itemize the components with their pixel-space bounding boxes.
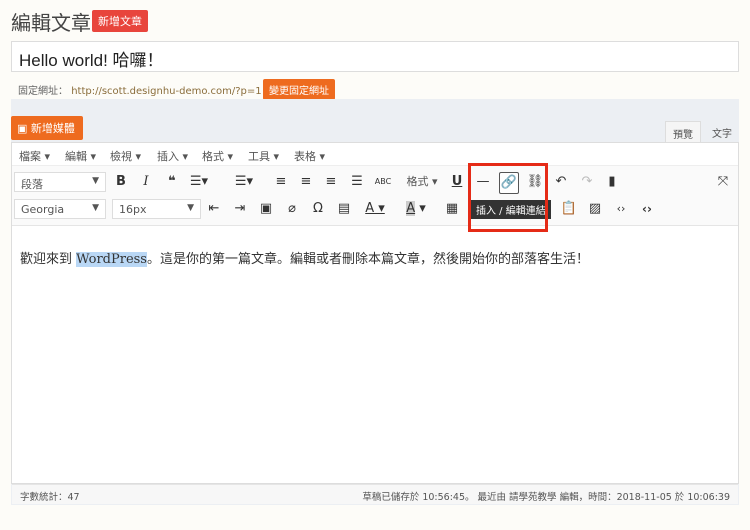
permalink: 固定網址： http://scott.designhu-demo.com/?p=…: [18, 82, 262, 97]
bullet-list-icon[interactable]: ☰▾: [189, 172, 209, 192]
image-icon[interactable]: ▨: [585, 199, 605, 219]
font-family-select[interactable]: Georgia ▼: [14, 199, 106, 219]
read-more-icon[interactable]: ▤: [334, 199, 354, 219]
chevron-down-icon: ▼: [187, 203, 194, 213]
page-title: 編輯文章: [11, 11, 91, 35]
menu-insert[interactable]: 插入 ▾: [157, 148, 188, 164]
redo-icon[interactable]: ↷: [577, 172, 597, 192]
content-text: 歡迎來到: [20, 252, 77, 267]
formats-dropdown[interactable]: 格式 ▾: [402, 172, 442, 192]
omega-icon[interactable]: Ω: [308, 199, 328, 219]
block-format-value: 段落: [21, 178, 43, 191]
code-icon[interactable]: ‹›: [611, 199, 631, 219]
tab-text[interactable]: 文字: [705, 121, 739, 144]
add-media-button[interactable]: ▣ 新增媒體: [11, 116, 83, 140]
new-post-button[interactable]: 新增文章: [92, 10, 148, 32]
undo-icon[interactable]: ↶: [551, 172, 571, 192]
code-block-icon[interactable]: ‹›: [637, 199, 657, 219]
selected-text: WordPress: [76, 252, 147, 267]
toolbar: 段落 ▼ B I ❝ ☰▾ ☰▾ ≡ ≡ ≡ ☰ ABC 格式 ▾ U — 🔗 ⛓…: [12, 166, 738, 226]
permalink-url[interactable]: http://scott.designhu-demo.com/?p=1: [71, 86, 261, 97]
status-bar: 字數統計：47 草稿已儲存於 10:56:45。 最近由 請學苑教學 編輯，時間…: [12, 484, 738, 504]
outdent-icon[interactable]: ⇤: [204, 199, 224, 219]
font-family-value: Georgia: [21, 203, 65, 216]
book-icon[interactable]: ▮: [602, 172, 622, 192]
chevron-down-icon: ▼: [92, 176, 99, 186]
menu-view[interactable]: 檢視 ▾: [110, 148, 141, 164]
strikethrough-icon[interactable]: ABC: [373, 172, 393, 192]
menu-edit[interactable]: 編輯 ▾: [65, 148, 96, 164]
text-color-icon[interactable]: A ▾: [359, 199, 391, 219]
block-format-select[interactable]: 段落 ▼: [14, 172, 106, 192]
menu-format[interactable]: 格式 ▾: [202, 148, 233, 164]
table-icon[interactable]: ▦: [442, 199, 462, 219]
font-size-value: 16px: [119, 203, 147, 216]
menu-bar: 檔案 ▾ 編輯 ▾ 檢視 ▾ 插入 ▾ 格式 ▾ 工具 ▾ 表格 ▾: [12, 143, 738, 166]
editor-content[interactable]: 歡迎來到 WordPress。這是你的第一篇文章。編輯或者刪除本篇文章，然後開始…: [20, 248, 589, 267]
indent-icon[interactable]: ⇥: [230, 199, 250, 219]
menu-file[interactable]: 檔案 ▾: [19, 148, 50, 164]
bold-icon[interactable]: B: [111, 172, 131, 192]
background-color-icon[interactable]: A ▾: [400, 199, 432, 219]
add-media-label: 新增媒體: [30, 122, 75, 135]
blockquote-icon[interactable]: ❝: [162, 172, 182, 192]
align-right-icon[interactable]: ≡: [321, 172, 341, 192]
change-permalink-button[interactable]: 變更固定網址: [263, 79, 335, 100]
align-left-icon[interactable]: ≡: [271, 172, 291, 192]
word-count: 字數統計：47: [20, 492, 80, 503]
paste-icon[interactable]: 📋: [559, 199, 579, 219]
menu-tools[interactable]: 工具 ▾: [248, 148, 279, 164]
post-title-input[interactable]: Hello world! 哈囉！: [11, 41, 739, 72]
permalink-label: 固定網址：: [18, 86, 68, 97]
menu-table[interactable]: 表格 ▾: [294, 148, 325, 164]
media-icon: ▣: [17, 122, 31, 135]
content-text: 。這是你的第一篇文章。編輯或者刪除本篇文章，然後開始你的部落客生活！: [146, 252, 589, 267]
chevron-down-icon: ▼: [92, 203, 99, 213]
font-size-select[interactable]: 16px ▼: [112, 199, 201, 219]
justify-icon[interactable]: ☰: [347, 172, 367, 192]
italic-icon[interactable]: I: [136, 172, 156, 192]
fullscreen-icon[interactable]: ⤧: [713, 172, 733, 192]
numbered-list-icon[interactable]: ☰▾: [234, 172, 254, 192]
eraser-icon[interactable]: ⌀: [282, 199, 302, 219]
paste-text-icon[interactable]: ▣: [256, 199, 276, 219]
underline-icon[interactable]: U: [447, 172, 467, 192]
highlight-box: [468, 163, 548, 232]
save-status: 草稿已儲存於 10:56:45。 最近由 請學苑教學 編輯，時間：2018-11…: [362, 492, 730, 503]
align-center-icon[interactable]: ≡: [296, 172, 316, 192]
